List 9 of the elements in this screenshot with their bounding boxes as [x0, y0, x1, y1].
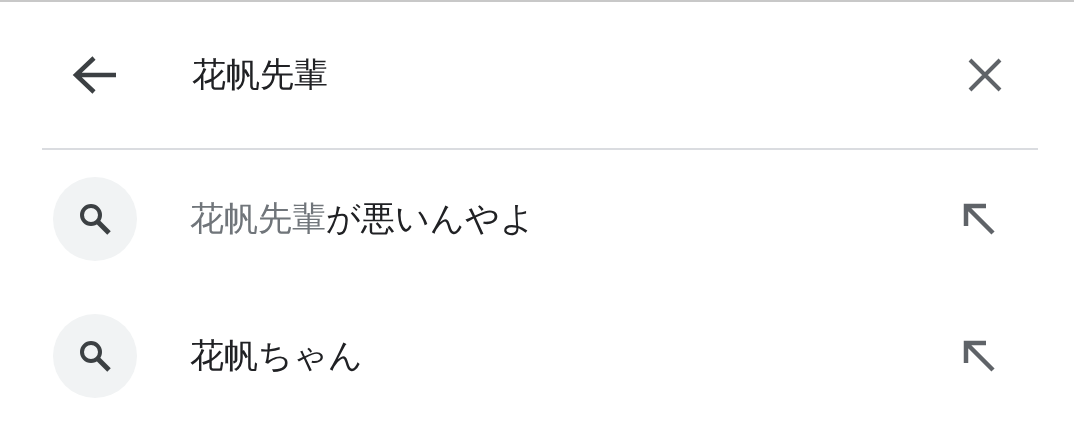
- close-icon: [968, 58, 1002, 92]
- suggestion-text[interactable]: 花帆先輩が悪いんやよ: [190, 195, 954, 242]
- back-arrow-icon: [72, 55, 118, 95]
- search-field[interactable]: 花帆先輩: [190, 54, 960, 96]
- arrow-up-left-icon: [962, 338, 996, 373]
- arrow-up-left-icon: [962, 201, 996, 236]
- suggestion-text[interactable]: 花帆ちゃん: [190, 332, 954, 379]
- search-icon: [78, 201, 112, 236]
- search-icon: [78, 338, 112, 373]
